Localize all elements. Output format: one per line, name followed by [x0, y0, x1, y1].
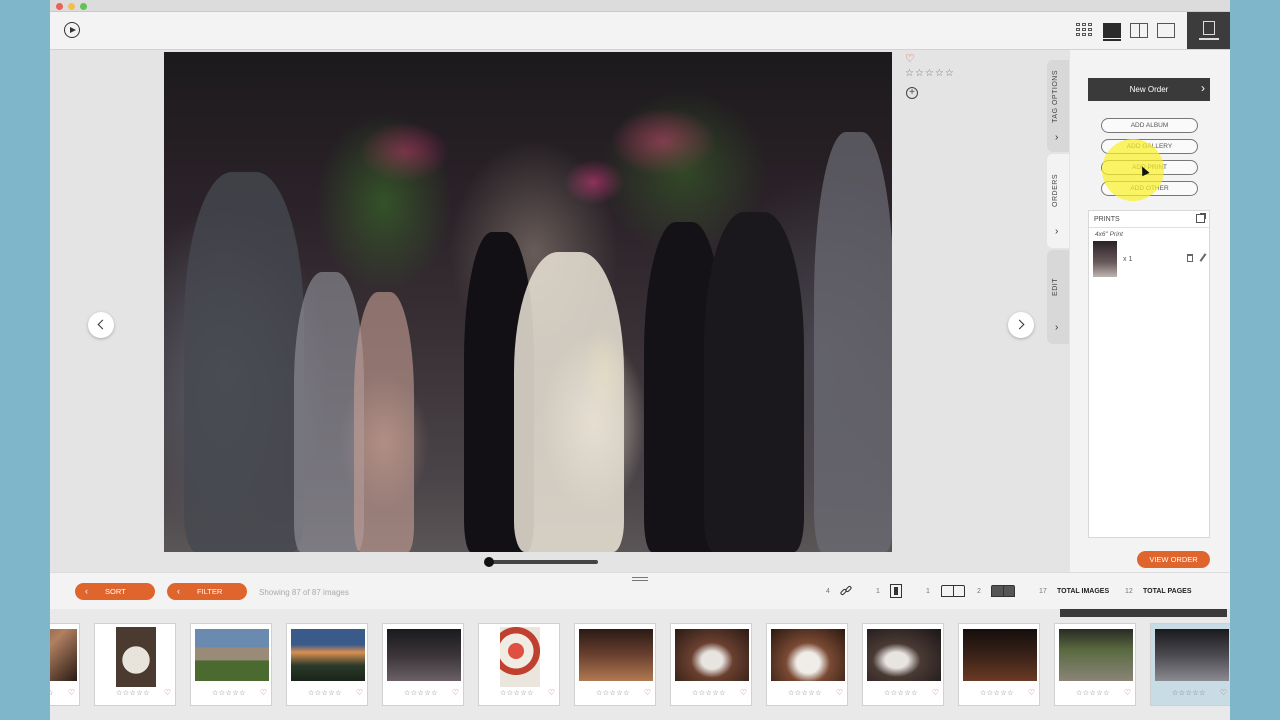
print-type-label: 4x6" Print — [1095, 231, 1123, 238]
zoom-slider-knob[interactable] — [484, 557, 494, 567]
thumb-image — [195, 629, 269, 681]
next-photo-button[interactable] — [1008, 312, 1034, 338]
filmstrip-progress-bar — [1060, 609, 1227, 617]
view-order-button[interactable]: VIEW ORDER — [1137, 551, 1210, 568]
app-window: ♡ ☆☆☆☆☆ + TAG OPTIONS › ORDERS › EDIT › … — [50, 0, 1230, 720]
print-thumbnail — [1093, 241, 1117, 277]
drag-handle-icon[interactable] — [632, 577, 648, 581]
filmstrip-thumb-selected[interactable]: ☆☆☆☆☆ ♡ — [1150, 623, 1230, 706]
thumb-image — [963, 629, 1037, 681]
add-tag-icon[interactable]: + — [906, 87, 918, 99]
prints-list: PRINTS 4x6" Print x 1 — [1088, 210, 1210, 538]
title-bar — [50, 0, 1230, 12]
trash-icon[interactable] — [1187, 254, 1193, 262]
thumb-image — [1059, 629, 1133, 681]
thumb-image — [867, 629, 941, 681]
previous-photo-button[interactable] — [88, 312, 114, 338]
chevron-right-icon: › — [1055, 226, 1059, 237]
photo-rating-stars[interactable]: ☆☆☆☆☆ — [905, 68, 955, 79]
single-page-icon[interactable] — [890, 584, 902, 598]
pencil-icon[interactable] — [1199, 253, 1207, 262]
thumb-image — [116, 627, 156, 687]
chevron-right-icon: › — [1055, 322, 1059, 333]
orders-panel: New Order ADD ALBUM ADD GALLERY ADD PRIN… — [1070, 50, 1230, 572]
order-panel-toggle-button[interactable] — [1187, 12, 1230, 49]
main-photo[interactable] — [164, 52, 892, 552]
external-link-icon[interactable] — [1196, 213, 1206, 223]
print-quantity: x 1 — [1123, 256, 1133, 263]
filmstrip-thumb[interactable]: ☆☆☆☆☆♡ — [766, 623, 848, 706]
tab-orders[interactable]: ORDERS › — [1047, 154, 1069, 248]
filmstrip-thumb[interactable]: ☆☆☆☆☆♡ — [94, 623, 176, 706]
close-window-button[interactable] — [56, 3, 63, 10]
thumb-image — [1155, 629, 1229, 681]
zoom-window-button[interactable] — [80, 3, 87, 10]
filmstrip-thumb[interactable]: ☆☆☆☆☆♡ — [574, 623, 656, 706]
add-album-button[interactable]: ADD ALBUM — [1101, 118, 1198, 133]
cursor-highlight — [1102, 139, 1164, 201]
tab-edit[interactable]: EDIT › — [1047, 250, 1069, 344]
grid-view-icon[interactable] — [1076, 23, 1094, 38]
filter-button[interactable]: ‹ FILTER — [167, 583, 247, 600]
compare-view-icon[interactable] — [1130, 23, 1148, 38]
single-view-icon[interactable] — [1157, 23, 1175, 38]
main-viewer: ♡ ☆☆☆☆☆ + TAG OPTIONS › ORDERS › EDIT › — [50, 50, 1070, 572]
thumb-image — [771, 629, 845, 681]
loupe-view-icon[interactable] — [1103, 23, 1121, 41]
filmstrip-thumb[interactable]: ☆☆☆☆☆♡ — [862, 623, 944, 706]
filmstrip-thumb[interactable]: ☆☆☆☆☆♡ — [382, 623, 464, 706]
spread-count-b: 2 — [977, 588, 981, 595]
tab-tag-options[interactable]: TAG OPTIONS › — [1047, 60, 1069, 152]
top-toolbar — [50, 12, 1230, 50]
prints-header: PRINTS — [1089, 211, 1209, 228]
new-order-button[interactable]: New Order — [1088, 77, 1210, 101]
chevron-right-icon: › — [1055, 132, 1059, 143]
link-count: 4 — [826, 588, 830, 595]
link-icon[interactable] — [839, 585, 854, 597]
spread-count: 1 — [926, 588, 930, 595]
total-images-count: 17 — [1039, 588, 1047, 595]
filmstrip-thumb[interactable]: ☆☆☆☆☆♡ — [478, 623, 560, 706]
total-pages-count: 12 — [1125, 588, 1133, 595]
image-count-text: Showing 87 of 87 images — [259, 588, 349, 597]
filmstrip-thumb[interactable]: ☆☆☆☆☆♡ — [286, 623, 368, 706]
favorite-heart-icon[interactable]: ♡ — [905, 52, 915, 65]
filmstrip-thumb[interactable]: ☆☆☆☆☆♡ — [958, 623, 1040, 706]
thumb-image — [50, 629, 77, 681]
filmstrip: ☆☆☆☆☆♡ ☆☆☆☆☆♡ ☆☆☆☆☆♡ ☆☆☆☆☆♡ ☆☆☆☆☆♡ ☆☆☆☆☆… — [50, 609, 1230, 720]
open-book-icon[interactable] — [941, 585, 965, 597]
total-pages-label: TOTAL PAGES — [1143, 588, 1192, 595]
filmstrip-thumb[interactable]: ☆☆☆☆☆♡ — [670, 623, 752, 706]
thumb-image — [675, 629, 749, 681]
thumb-image — [579, 629, 653, 681]
sort-filter-bar: ‹ SORT ‹ FILTER Showing 87 of 87 images … — [50, 572, 1230, 609]
slideshow-play-icon[interactable] — [64, 22, 80, 38]
minimize-window-button[interactable] — [68, 3, 75, 10]
thumb-image — [387, 629, 461, 681]
filmstrip-thumb[interactable]: ☆☆☆☆☆♡ — [190, 623, 272, 706]
order-panel-icon — [1203, 21, 1215, 35]
total-images-label: TOTAL IMAGES — [1057, 588, 1110, 595]
thumb-image — [500, 627, 540, 687]
filmstrip-thumb[interactable]: ☆☆☆☆☆♡ — [1054, 623, 1136, 706]
single-page-count: 1 — [876, 588, 880, 595]
zoom-slider-track[interactable] — [490, 560, 598, 564]
album-spread-icon[interactable] — [991, 585, 1015, 597]
thumb-image — [291, 629, 365, 681]
sort-button[interactable]: ‹ SORT — [75, 583, 155, 600]
filmstrip-thumb[interactable]: ☆☆☆☆☆♡ — [50, 623, 80, 706]
